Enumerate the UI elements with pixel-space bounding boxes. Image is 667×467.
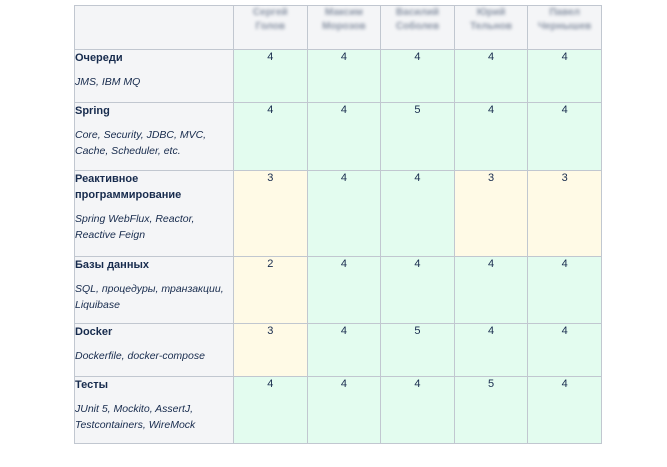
- score-cell: 4: [453, 323, 529, 377]
- skill-name: Docker: [75, 326, 113, 338]
- column-header-label: Юрий Тельнов: [470, 7, 513, 32]
- score-cell: 5: [380, 102, 455, 171]
- score-cell: 3: [233, 323, 308, 377]
- skills-matrix-table: Сергей Голов Максим Морозов Василий Собо…: [74, 5, 602, 444]
- score-cell: 4: [233, 102, 308, 171]
- score-cell: 4: [527, 102, 602, 171]
- table-row: Spring Core, Security, JDBC, MVC, Cache,…: [74, 102, 602, 171]
- skill-cell: Очереди JMS, IBM MQ: [74, 49, 234, 103]
- skill-cell: Тесты JUnit 5, Mockito, AssertJ, Testcon…: [74, 376, 234, 444]
- column-header-label: Василий Соболев: [395, 7, 440, 32]
- column-header: Сергей Голов: [233, 5, 308, 50]
- skill-name: Spring: [75, 105, 110, 117]
- column-header: Павел Чернышев: [527, 5, 602, 50]
- table-row: Реактивное программирование Spring WebFl…: [74, 170, 602, 257]
- skill-description: JMS, IBM MQ: [75, 76, 141, 88]
- score-cell: 4: [453, 49, 529, 103]
- score-cell: 4: [233, 49, 308, 103]
- score-cell: 5: [453, 376, 529, 444]
- skill-name: Реактивное программирование: [75, 173, 182, 201]
- score-cell: 2: [233, 256, 308, 324]
- column-header-label: Павел Чернышев: [538, 7, 592, 32]
- score-cell: 4: [306, 102, 382, 171]
- score-cell: 3: [527, 170, 602, 257]
- score-cell: 4: [380, 170, 455, 257]
- column-header-label: Сергей Голов: [252, 7, 288, 32]
- score-cell: 4: [306, 49, 382, 103]
- skill-name: Базы данных: [75, 259, 149, 271]
- header-row: Сергей Голов Максим Морозов Василий Собо…: [74, 5, 602, 50]
- score-cell: 4: [527, 256, 602, 324]
- table-row: Тесты JUnit 5, Mockito, AssertJ, Testcon…: [74, 376, 602, 444]
- skill-name: Тесты: [75, 379, 109, 391]
- skill-description: JUnit 5, Mockito, AssertJ, Testcontainer…: [75, 403, 196, 431]
- skill-name: Очереди: [75, 52, 123, 64]
- table-row: Очереди JMS, IBM MQ 4 4 4 4 4: [74, 49, 602, 103]
- skill-cell: Spring Core, Security, JDBC, MVC, Cache,…: [74, 102, 234, 171]
- score-cell: 3: [233, 170, 308, 257]
- score-cell: 4: [453, 102, 529, 171]
- header-corner-cell: [74, 5, 234, 50]
- skill-description: Dockerfile, docker-compose: [75, 350, 205, 362]
- score-cell: 4: [306, 376, 382, 444]
- table-row: Базы данных SQL, процедуры, транзакции, …: [74, 256, 602, 324]
- column-header-label: Максим Морозов: [322, 7, 366, 32]
- table-row: Docker Dockerfile, docker-compose 3 4 5 …: [74, 323, 602, 377]
- skill-cell: Реактивное программирование Spring WebFl…: [74, 170, 234, 257]
- skill-description: Core, Security, JDBC, MVC, Cache, Schedu…: [75, 129, 207, 157]
- skill-cell: Базы данных SQL, процедуры, транзакции, …: [74, 256, 234, 324]
- score-cell: 4: [380, 49, 455, 103]
- skill-cell: Docker Dockerfile, docker-compose: [74, 323, 234, 377]
- score-cell: 3: [453, 170, 529, 257]
- score-cell: 4: [380, 376, 455, 444]
- skill-description: Spring WebFlux, Reactor, Reactive Feign: [75, 213, 195, 241]
- score-cell: 4: [380, 256, 455, 324]
- score-cell: 5: [380, 323, 455, 377]
- skill-description: SQL, процедуры, транзакции, Liquibase: [75, 283, 224, 311]
- score-cell: 4: [306, 256, 382, 324]
- column-header: Максим Морозов: [306, 5, 382, 50]
- score-cell: 4: [306, 323, 382, 377]
- score-cell: 4: [527, 323, 602, 377]
- column-header: Василий Соболев: [380, 5, 455, 50]
- score-cell: 4: [527, 376, 602, 444]
- score-cell: 4: [453, 256, 529, 324]
- score-cell: 4: [527, 49, 602, 103]
- score-cell: 4: [306, 170, 382, 257]
- score-cell: 4: [233, 376, 308, 444]
- column-header: Юрий Тельнов: [453, 5, 529, 50]
